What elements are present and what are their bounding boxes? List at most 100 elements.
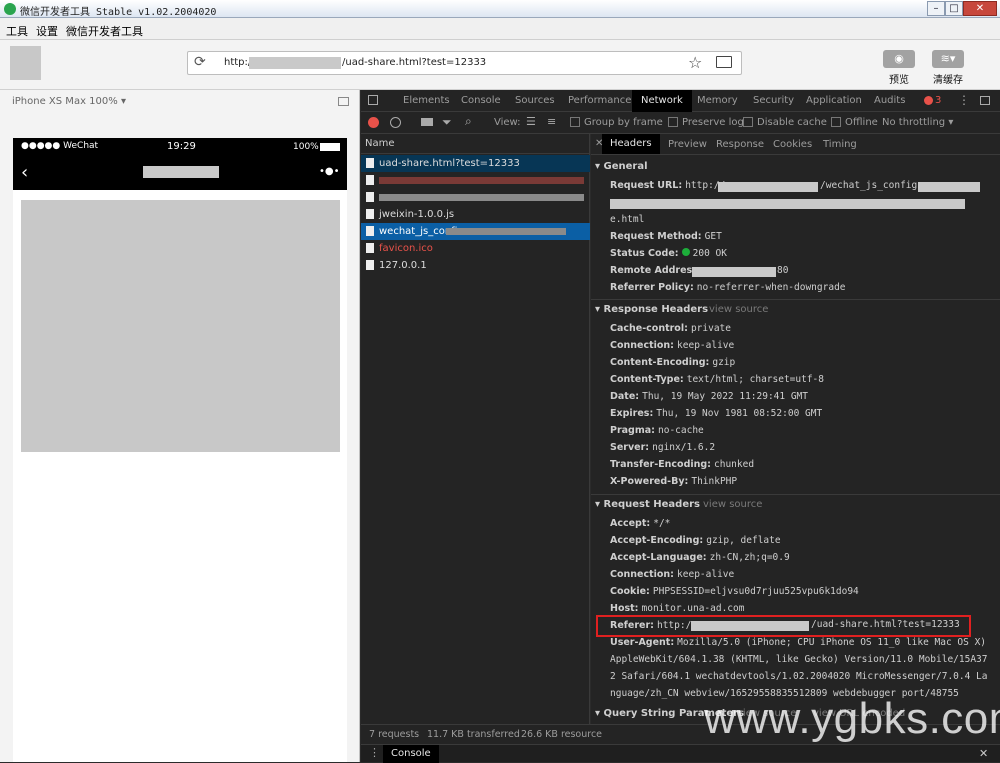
refresh-icon[interactable]: ⟳ (194, 54, 206, 70)
request-url-redacted-3 (610, 199, 965, 209)
disable-cache-label: Disable cache (757, 117, 827, 128)
header-value: PHPSESSID=eljvsu0d7rjuu525vpu6k1do94 (652, 586, 859, 597)
status-code-row: Status Code: 200 OK (610, 248, 727, 259)
dock-icon[interactable] (980, 96, 990, 105)
disable-cache-checkbox[interactable] (743, 117, 753, 127)
tab-performance[interactable]: Performance (568, 95, 631, 106)
preserve-log-label: Preserve log (682, 117, 744, 128)
tab-preview[interactable]: Preview (668, 139, 707, 150)
request-headers-title[interactable]: ▾ Request Headers (595, 499, 700, 510)
header-row: Cookie: PHPSESSID=eljvsu0d7rjuu525vpu6k1… (610, 586, 859, 597)
tab-console[interactable]: Console (461, 95, 501, 106)
request-row[interactable]: favicon.ico (361, 240, 590, 257)
tab-memory[interactable]: Memory (697, 95, 738, 106)
window-title: 微信开发者工具 Stable v1.02.2004020 (20, 7, 217, 18)
general-section-title[interactable]: ▾ General (595, 161, 648, 172)
tab-network[interactable]: Network (632, 90, 692, 112)
header-value: no-cache (658, 425, 704, 436)
tab-timing[interactable]: Timing (823, 139, 857, 150)
preserve-log-checkbox[interactable] (668, 117, 678, 127)
request-url-fragment: /wechat_js_config (820, 180, 917, 191)
minimize-button[interactable]: – (927, 1, 945, 16)
remote-address-row: Remote Address: (610, 265, 702, 276)
waterfall-view-icon[interactable]: ≡ (547, 115, 556, 128)
drawer-menu-icon[interactable]: ⋮ (369, 746, 380, 759)
menu-settings[interactable]: 设置 (36, 23, 58, 39)
camera-icon[interactable] (421, 118, 433, 126)
request-headers-label: Request Headers (603, 499, 700, 510)
header-value: monitor.una-ad.com (641, 603, 745, 614)
back-icon[interactable]: ‹ (21, 162, 28, 183)
inspect-icon[interactable] (368, 95, 378, 105)
header-value: Thu, 19 Nov 1981 08:52:00 GMT (656, 408, 823, 419)
clock: 19:29 (167, 141, 196, 152)
tab-security[interactable]: Security (753, 95, 794, 106)
request-row[interactable] (361, 189, 590, 206)
tab-audits[interactable]: Audits (874, 95, 905, 106)
header-key: Server: (610, 442, 650, 453)
url-bar[interactable]: ⟳ http:// /uad-share.html?test=12333 ☆ (187, 51, 742, 75)
maximize-button[interactable]: □ (945, 1, 963, 16)
drawer-console-tab[interactable]: Console (383, 745, 439, 763)
header-key: X-Powered-By: (610, 476, 689, 487)
list-view-icon[interactable]: ☰ (526, 115, 536, 128)
popout-icon[interactable] (338, 97, 349, 106)
document-icon (366, 175, 374, 185)
preview-button[interactable]: ◉ (883, 50, 915, 68)
tab-sources[interactable]: Sources (515, 95, 555, 106)
header-key: Content-Type: (610, 374, 684, 385)
header-value: keep-alive (677, 569, 735, 580)
response-headers-label: Response Headers (603, 304, 709, 315)
request-view-source-link[interactable]: view source (703, 499, 762, 510)
header-key: Accept: (610, 518, 651, 529)
filter-icon[interactable]: ⏷ (442, 115, 452, 130)
tab-application[interactable]: Application (806, 95, 862, 106)
request-row[interactable]: wechat_js_confi (361, 223, 590, 240)
close-drawer-icon[interactable]: ✕ (979, 747, 988, 760)
header-row: Cache-control: private (610, 323, 731, 334)
header-row: X-Powered-By: ThinkPHP (610, 476, 737, 487)
header-row: Content-Encoding: gzip (610, 357, 735, 368)
tab-elements[interactable]: Elements (403, 95, 450, 106)
avatar[interactable] (10, 46, 41, 80)
star-icon[interactable]: ☆ (688, 53, 702, 72)
more-icon[interactable]: •●• (319, 166, 340, 177)
preview-label: 预览 (889, 75, 909, 86)
app-logo-icon (4, 3, 16, 15)
response-view-source-link[interactable]: view source (709, 304, 768, 315)
close-window-button[interactable]: ✕ (963, 1, 997, 16)
record-icon[interactable] (368, 117, 379, 128)
document-icon (366, 209, 374, 219)
header-row: Accept: */* (610, 518, 670, 529)
resource-size: 26.6 KB resource (521, 729, 603, 740)
request-url-redacted (718, 182, 818, 192)
name-column-header[interactable]: Name (365, 138, 395, 149)
folder-icon[interactable] (716, 56, 732, 68)
menu-devtools[interactable]: 微信开发者工具 (66, 23, 143, 39)
tab-response[interactable]: Response (716, 139, 764, 150)
device-label: iPhone XS Max 100% (12, 96, 118, 107)
request-name-redacted (379, 177, 584, 184)
request-row[interactable]: jweixin-1.0.0.js (361, 206, 590, 223)
main-toolbar: ⟳ http:// /uad-share.html?test=12333 ☆ ◉… (0, 40, 1000, 90)
request-row[interactable]: 127.0.0.1 (361, 257, 590, 274)
header-value: keep-alive (677, 340, 735, 351)
request-row[interactable] (361, 172, 590, 189)
remote-address-redacted (692, 267, 776, 277)
group-by-frame-checkbox[interactable] (570, 117, 580, 127)
clear-cache-button[interactable]: ≋▾ (932, 50, 964, 68)
kebab-menu-icon[interactable]: ⋮ (958, 93, 970, 107)
clear-icon[interactable] (390, 117, 401, 128)
device-selector[interactable]: iPhone XS Max 100% ▾ (12, 96, 126, 107)
header-value: chunked (714, 459, 755, 470)
layers-icon: ≋▾ (940, 52, 956, 65)
tab-cookies[interactable]: Cookies (773, 139, 812, 150)
response-headers-title[interactable]: ▾ Response Headers (595, 304, 708, 315)
tab-headers[interactable]: Headers (602, 134, 660, 154)
header-row: User-Agent: Mozilla/5.0 (iPhone; CPU iPh… (610, 637, 986, 648)
search-icon[interactable]: ⌕ (465, 114, 472, 129)
offline-checkbox[interactable] (831, 117, 841, 127)
throttling-select[interactable]: No throttling ▾ (882, 117, 953, 128)
request-row[interactable]: uad-share.html?test=12333 (361, 155, 590, 172)
menu-tools[interactable]: 工具 (6, 23, 28, 39)
